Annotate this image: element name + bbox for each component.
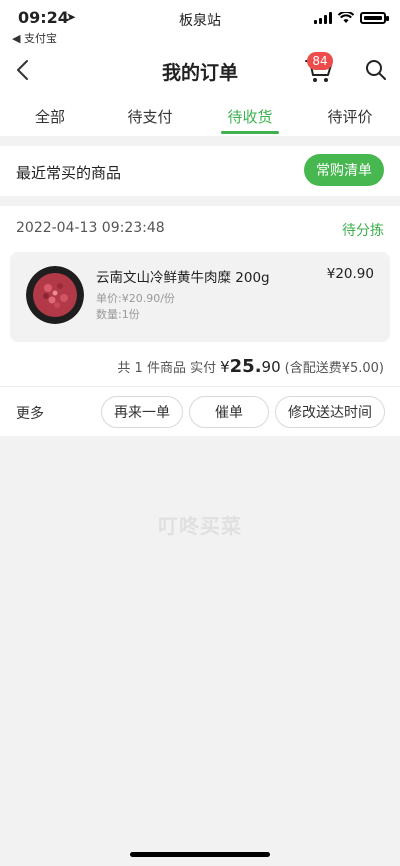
product-price: ¥20.90 (326, 266, 374, 282)
divider (0, 386, 400, 387)
battery-icon (360, 12, 389, 24)
order-time: 2022-04-13 09:23:48 (16, 220, 165, 236)
urge-button[interactable]: 催单 (189, 396, 269, 428)
order-total: 共 1 件商品 实付 ¥25.90 (含配送费¥5.00) (117, 356, 384, 377)
tab-pending-review[interactable]: 待评价 (300, 94, 400, 136)
status-indicators (314, 12, 389, 24)
order-total-int: 25. (229, 356, 262, 377)
nav-bar: 我的订单 84 (0, 46, 400, 94)
back-to-app-link[interactable]: ◀ 支付宝 (12, 30, 57, 46)
recent-purchases-label: 最近常买的商品 (16, 164, 122, 182)
change-delivery-time-button[interactable]: 修改送达时间 (275, 396, 385, 428)
recent-purchases-bar: 最近常买的商品 常购清单 (0, 146, 400, 196)
order-delivery-fee: (含配送费¥5.00) (284, 361, 384, 376)
product-name: 云南文山冷鲜黄牛肉糜 200g (96, 270, 270, 286)
wifi-icon (338, 12, 354, 23)
order-total-prefix: 共 1 件商品 实付 (117, 361, 217, 376)
product-image (26, 266, 84, 324)
signal-icon (314, 12, 332, 24)
order-tabs: 全部 待支付 待收货 待评价 (0, 94, 400, 136)
home-indicator[interactable] (130, 852, 270, 857)
more-link[interactable]: 更多 (16, 403, 44, 423)
tab-pending-delivery[interactable]: 待收货 (200, 94, 300, 136)
tab-pending-payment[interactable]: 待支付 (100, 94, 200, 136)
tab-all[interactable]: 全部 (0, 94, 100, 136)
order-total-dec: 90 (261, 358, 281, 376)
product-quantity: 数量:1份 (96, 308, 140, 321)
brand-watermark-text: 叮咚买菜 (158, 514, 242, 538)
product-item[interactable]: 云南文山冷鲜黄牛肉糜 200g ¥20.90 单价:¥20.90/份 数量:1份 (10, 252, 390, 342)
search-icon[interactable] (364, 58, 388, 82)
product-unit-price: 单价:¥20.90/份 (96, 292, 175, 305)
order-total-currency: ¥ (220, 358, 230, 376)
status-bar: 09:24 ➤ ◀ 支付宝 板泉站 (0, 0, 400, 46)
cart-badge: 84 (307, 52, 333, 70)
order-card: 2022-04-13 09:23:48 待分拣 云南文山冷鲜黄牛肉糜 200g … (0, 206, 400, 436)
order-total-amount: ¥25.90 (220, 356, 281, 377)
frequent-list-button[interactable]: 常购清单 (304, 154, 384, 186)
order-status: 待分拣 (342, 223, 384, 239)
rebuy-button[interactable]: 再来一单 (101, 396, 183, 428)
page-title: 我的订单 (161, 62, 238, 84)
brand-watermark: 叮咚买菜 (0, 510, 400, 539)
